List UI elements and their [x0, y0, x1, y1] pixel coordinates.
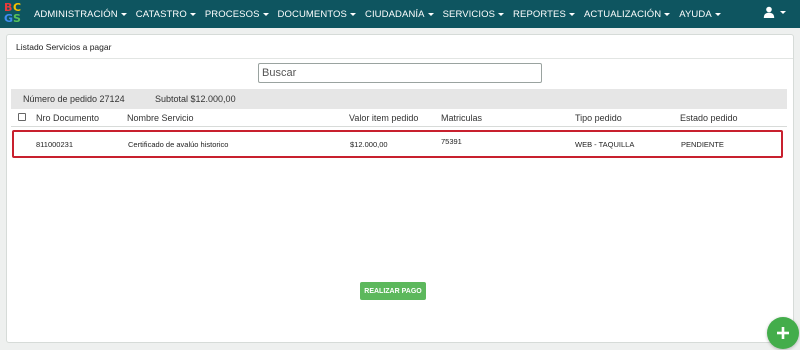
- menu-label: CATASTRO: [135, 8, 187, 20]
- main-menu: ADMINISTRACIÓN CATASTRO PROCESOS DOCUMEN…: [34, 0, 730, 28]
- menu-label: ACTUALIZACIÓN: [583, 8, 662, 20]
- column-nro-documento: Nro Documento: [36, 113, 100, 123]
- chevron-down-icon: [498, 12, 505, 16]
- menu-actualizacion[interactable]: ACTUALIZACIÓN: [583, 8, 671, 20]
- chevron-down-icon: [714, 12, 721, 16]
- cell-nro-documento: 811000231: [36, 140, 73, 149]
- column-tipo-pedido: Tipo pedido: [575, 113, 622, 123]
- logo-letter-s: S: [13, 12, 21, 25]
- top-navbar: B C G S ADMINISTRACIÓN CATASTRO PROCESOS…: [0, 0, 800, 28]
- realizar-pago-button[interactable]: REALIZAR PAGO: [360, 282, 426, 300]
- order-summary: Número de pedido 27124 Subtotal $12.000,…: [11, 89, 787, 109]
- table-row[interactable]: 811000231 Certificado de avalúo historic…: [12, 130, 783, 158]
- cell-nombre-servicio: Certificado de avalúo historico: [128, 140, 229, 149]
- chevron-down-icon: [568, 12, 575, 16]
- menu-label: PROCESOS: [204, 8, 260, 20]
- menu-procesos[interactable]: PROCESOS: [205, 9, 269, 20]
- order-subtotal: Subtotal $12.000,00: [155, 94, 236, 104]
- cell-matriculas: 75391: [441, 137, 462, 146]
- column-nombre-servicio: Nombre Servicio: [127, 113, 194, 123]
- menu-label: AYUDA: [679, 8, 712, 20]
- cell-valor-item: $12.000,00: [350, 140, 388, 149]
- chevron-down-icon: [189, 12, 196, 16]
- menu-documentos[interactable]: DOCUMENTOS: [278, 9, 356, 20]
- column-matriculas: Matriculas: [441, 113, 483, 123]
- table-header: Nro Documento Nombre Servicio Valor item…: [11, 109, 787, 127]
- chevron-down-icon: [664, 12, 671, 16]
- order-number: Número de pedido 27124: [23, 94, 125, 104]
- menu-label: SERVICIOS: [442, 8, 496, 20]
- chevron-down-icon: [427, 12, 434, 16]
- add-button[interactable]: [767, 317, 799, 349]
- menu-ciudadania[interactable]: CIUDADANÍA: [365, 9, 434, 20]
- menu-servicios[interactable]: SERVICIOS: [442, 8, 505, 20]
- search-input[interactable]: [258, 63, 542, 83]
- menu-label: REPORTES: [513, 8, 566, 20]
- menu-administracion[interactable]: ADMINISTRACIÓN: [34, 9, 127, 20]
- menu-reportes[interactable]: REPORTES: [513, 9, 575, 20]
- chevron-down-icon: [262, 12, 269, 16]
- chevron-down-icon: [349, 12, 356, 16]
- cell-estado-pedido: PENDIENTE: [681, 140, 724, 149]
- card-header: Listado Servicios a pagar: [7, 35, 793, 59]
- column-valor-item: Valor item pedido: [349, 113, 419, 123]
- card-title: Listado Servicios a pagar: [16, 41, 112, 52]
- menu-ayuda[interactable]: AYUDA: [679, 9, 721, 20]
- menu-catastro[interactable]: CATASTRO: [136, 9, 196, 20]
- chevron-down-icon: [120, 12, 127, 16]
- app-logo[interactable]: B C G S: [3, 2, 23, 24]
- column-estado-pedido: Estado pedido: [680, 113, 738, 123]
- logo-letter-g: G: [4, 12, 14, 25]
- plus-icon: [777, 327, 789, 339]
- menu-label: CIUDADANÍA: [364, 8, 425, 20]
- user-menu[interactable]: [763, 6, 786, 18]
- menu-label: ADMINISTRACIÓN: [34, 8, 118, 20]
- user-icon: [763, 6, 775, 18]
- select-all-checkbox[interactable]: [18, 113, 26, 121]
- chevron-down-icon: [780, 10, 786, 14]
- cell-tipo-pedido: WEB - TAQUILLA: [575, 140, 635, 149]
- menu-label: DOCUMENTOS: [277, 8, 347, 20]
